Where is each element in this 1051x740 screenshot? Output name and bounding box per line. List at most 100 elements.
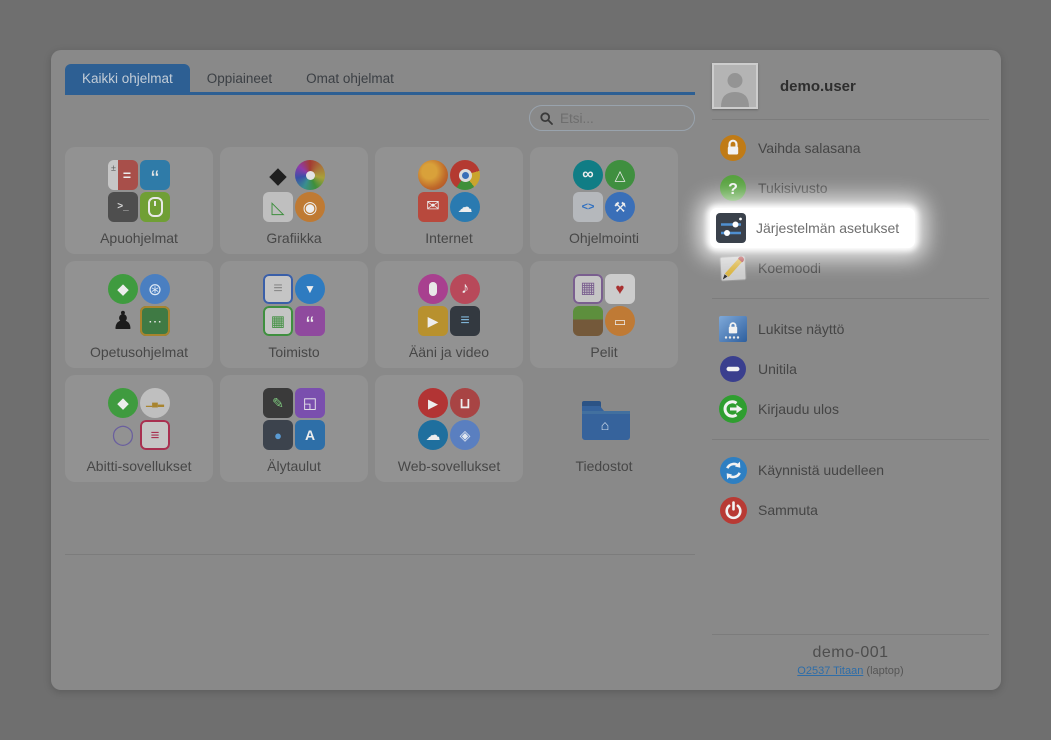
desktop-background: Kaikki ohjelmatOppiaineetOmat ohjelmat E…	[0, 0, 1051, 740]
category-label: Opetusohjelmat	[90, 344, 188, 360]
minetest-icon	[573, 306, 603, 336]
category-tile-abitti-sovellukset[interactable]: ◆▁▄▂◯≡Abitti-sovellukset	[65, 375, 213, 482]
display-icon: ●	[263, 420, 293, 450]
menu-item-unitila[interactable]: Unitila	[712, 349, 989, 389]
cloud-browser-icon: ☁	[450, 192, 480, 222]
menu-item-jarjestelman-asetukset[interactable]: Järjestelmän asetukset	[710, 208, 915, 248]
stats-chart-icon: ▁▄▂	[140, 388, 170, 418]
svg-text:⌂: ⌂	[601, 417, 609, 433]
icon-cluster: ✎◱●A	[263, 388, 325, 450]
education-cap-icon: ◆	[108, 274, 138, 304]
sidebar-divider	[712, 439, 989, 440]
writer-doc-icon: ≡	[263, 274, 293, 304]
menu-item-sammuta[interactable]: Sammuta	[712, 490, 989, 530]
pencil-icon	[718, 253, 748, 283]
screen-crop-icon: ◱	[295, 388, 325, 418]
tux-icon: ♟	[108, 306, 138, 336]
arduino-icon: ∞	[573, 160, 603, 190]
calculator-icon: =±	[108, 160, 138, 190]
category-label: Internet	[425, 230, 472, 246]
impress-doc-icon: ≡	[140, 420, 170, 450]
icon-cluster: ▦♥▭	[573, 274, 635, 336]
category-tile-internet[interactable]: ✉☁ Internet	[375, 147, 523, 254]
sidebar: demo.user Vaihda salasana ?Tukisivusto Jär…	[712, 62, 989, 682]
tab-bar: Kaikki ohjelmatOppiaineetOmat ohjelmat	[65, 64, 695, 92]
sudoku-icon: ▦	[573, 274, 603, 304]
quotes-icon: “	[295, 306, 325, 336]
restart-icon	[718, 457, 748, 484]
username: demo.user	[780, 78, 856, 95]
category-tile-tiedostot[interactable]: ⌂ Tiedostot	[530, 375, 678, 482]
icon-cluster: ≡▼▦“	[263, 274, 325, 336]
menu-item-label: Tukisivusto	[758, 180, 828, 196]
menu-item-kirjaudu-ulos[interactable]: Kirjaudu ulos	[712, 389, 989, 429]
category-label: Ohjelmointi	[569, 230, 639, 246]
draw-icon: ◺	[263, 192, 293, 222]
icon-cluster: ♪▶≡	[418, 274, 480, 336]
youtube-icon: ▶	[418, 388, 448, 418]
chrome-icon	[450, 160, 480, 190]
education-cap-icon: ◆	[108, 388, 138, 418]
icon-cluster: ▶⊔☁◈	[418, 388, 480, 450]
device-link[interactable]: O2537 Titaan	[797, 665, 863, 677]
category-tile-alytaulut[interactable]: ✎◱●A Älytaulut	[220, 375, 368, 482]
category-label: Grafiikka	[266, 230, 321, 246]
screen-lock-icon	[718, 316, 748, 342]
cards-icon: ♥	[605, 274, 635, 304]
category-tile-apuohjelmat[interactable]: =±“>_Apuohjelmat	[65, 147, 213, 254]
category-tile-grafiikka[interactable]: ◆◺◉ Grafiikka	[220, 147, 368, 254]
icon-cluster: ◆⊛♟⋯	[108, 274, 170, 336]
applications-area: Kaikki ohjelmatOppiaineetOmat ohjelmat E…	[65, 64, 695, 555]
tab-underline	[65, 92, 695, 95]
content-divider	[65, 554, 695, 555]
sidebar-divider	[712, 298, 989, 299]
ellipse-tool-icon: ◯	[108, 420, 138, 450]
search-row: Etsi...	[65, 105, 695, 131]
user-profile[interactable]: demo.user	[712, 62, 989, 110]
category-label: Pelit	[590, 344, 617, 360]
search-icon	[540, 112, 553, 125]
category-label: Älytaulut	[267, 458, 321, 474]
text-tool-icon: A	[295, 420, 325, 450]
category-tile-pelit[interactable]: ▦♥▭ Pelit	[530, 261, 678, 368]
menu-item-label: Käynnistä uudelleen	[758, 462, 884, 478]
category-tile-ohjelmointi[interactable]: ∞△<>⚒ Ohjelmointi	[530, 147, 678, 254]
menu-item-label: Kirjaudu ulos	[758, 401, 839, 417]
power-icon	[718, 497, 748, 524]
tablet-annotate-icon: ✎	[263, 388, 293, 418]
icon-cluster: ∞△<>⚒	[573, 160, 635, 222]
icon-cluster: ◆◺◉	[263, 160, 325, 222]
tab-oppiaineet[interactable]: Oppiaineet	[190, 64, 289, 92]
tab-omat-ohjelmat[interactable]: Omat ohjelmat	[289, 64, 411, 92]
ebook-icon: ⊔	[450, 388, 480, 418]
menu-item-vaihda-salasana[interactable]: Vaihda salasana	[712, 128, 989, 168]
menu-item-koemoodi[interactable]: Koemoodi	[712, 248, 989, 288]
search-placeholder: Etsi...	[560, 111, 594, 126]
category-tile-aani-ja-video[interactable]: ♪▶≡Ääni ja video	[375, 261, 523, 368]
menu-item-lukitse-naytto[interactable]: Lukitse näyttö	[712, 309, 989, 349]
category-label: Tiedostot	[575, 458, 632, 474]
search-input[interactable]: Etsi...	[529, 105, 695, 131]
video-player-icon: ▶	[418, 306, 448, 336]
mouse-settings-icon	[140, 192, 170, 222]
category-tile-toimisto[interactable]: ≡▼▦“Toimisto	[220, 261, 368, 368]
sidebar-menu: Vaihda salasana ?Tukisivusto Järjestelmän …	[712, 128, 989, 530]
gmail-icon: ✉	[418, 192, 448, 222]
code-editor-icon: <>	[573, 192, 603, 222]
category-tile-opetusohjelmat[interactable]: ◆⊛♟⋯ Opetusohjelmat	[65, 261, 213, 368]
category-tile-web-sovellukset[interactable]: ▶⊔☁◈Web-sovellukset	[375, 375, 523, 482]
gamepad-icon: ▭	[605, 306, 635, 336]
pen-icon: ▼	[295, 274, 325, 304]
menu-item-label: Unitila	[758, 361, 797, 377]
menu-item-label: Vaihda salasana	[758, 140, 860, 156]
menu-item-kaynnista-uudelleen[interactable]: Käynnistä uudelleen	[712, 450, 989, 490]
hostname: demo-001	[712, 644, 989, 662]
menu-item-tukisivusto[interactable]: ?Tukisivusto	[712, 168, 989, 208]
icon-cluster: ◆▁▄▂◯≡	[108, 388, 170, 450]
charmap-icon: “	[140, 160, 170, 190]
launcher-panel: Kaikki ohjelmatOppiaineetOmat ohjelmat E…	[51, 50, 1001, 690]
sidebar-divider	[712, 119, 989, 120]
menu-item-label: Järjestelmän asetukset	[756, 220, 899, 236]
tab-kaikki-ohjelmat[interactable]: Kaikki ohjelmat	[65, 64, 190, 92]
firefox-icon	[418, 160, 448, 190]
